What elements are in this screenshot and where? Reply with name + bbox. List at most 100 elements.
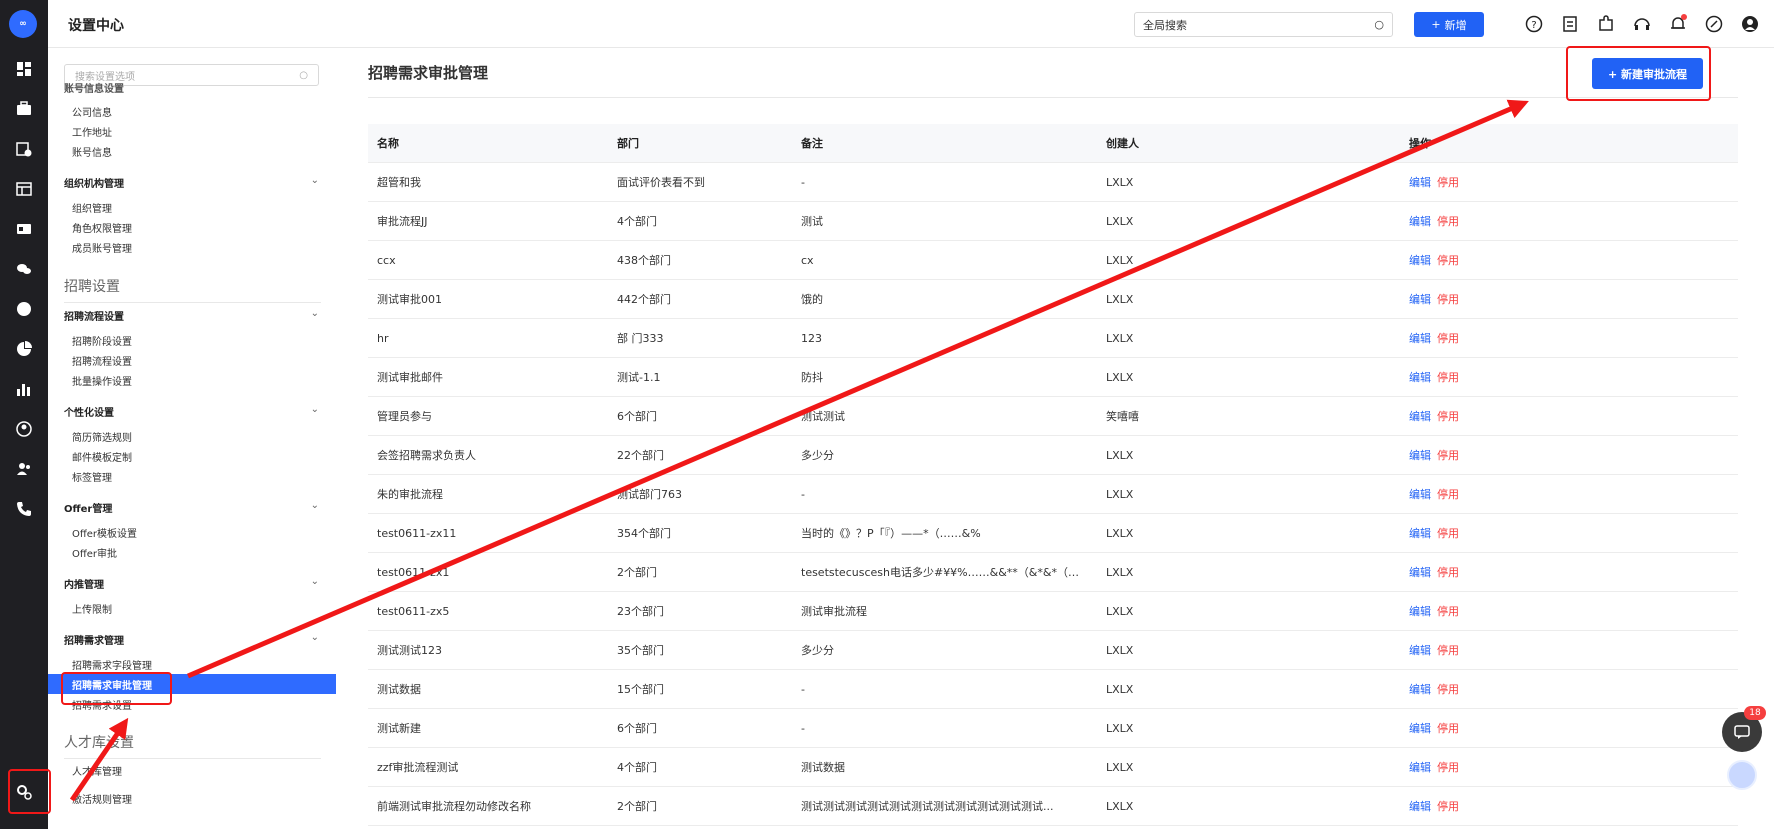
headset-icon[interactable] xyxy=(1632,14,1652,34)
edit-link[interactable]: 编辑 xyxy=(1409,761,1431,774)
row-note: 测试 xyxy=(801,215,823,228)
disable-link[interactable]: 停用 xyxy=(1437,605,1459,618)
row-creator: LXLX xyxy=(1106,799,1134,813)
sidebar-item-offer-template[interactable]: Offer模板设置 xyxy=(72,525,137,540)
add-new-button[interactable]: + 新增 xyxy=(1414,12,1484,37)
disable-link[interactable]: 停用 xyxy=(1437,566,1459,579)
id-card-icon[interactable] xyxy=(14,219,34,239)
row-note: 测试测试 xyxy=(801,410,845,423)
edit-link[interactable]: 编辑 xyxy=(1409,605,1431,618)
sidebar-item-tag-manage[interactable]: 标签管理 xyxy=(72,469,112,484)
settings-sidebar: 搜索设置选项 ○ 账号信息设置 公司信息 工作地址 账号信息 组织机构管理 ⌄ 组… xyxy=(48,48,336,829)
link-icon[interactable] xyxy=(1704,14,1724,34)
column-header-actions: 操作 xyxy=(1409,137,1431,150)
dashboard-icon[interactable] xyxy=(14,59,34,79)
sidebar-item-resume-filter[interactable]: 简历筛选规则 xyxy=(72,429,132,444)
edit-link[interactable]: 编辑 xyxy=(1409,488,1431,501)
disable-link[interactable]: 停用 xyxy=(1437,761,1459,774)
sidebar-item-field-manage[interactable]: 招聘需求字段管理 xyxy=(72,657,152,672)
team-icon[interactable] xyxy=(14,459,34,479)
thumb-up-icon[interactable] xyxy=(14,299,34,319)
sidebar-item-offer-approve[interactable]: Offer审批 xyxy=(72,545,117,560)
edit-link[interactable]: 编辑 xyxy=(1409,449,1431,462)
sidebar-group-offer-label: Offer管理 xyxy=(64,504,113,515)
page-title: 设置中心 xyxy=(68,18,124,34)
edit-link[interactable]: 编辑 xyxy=(1409,293,1431,306)
calendar-clock-icon[interactable] xyxy=(14,139,34,159)
row-actions: 编辑 停用 xyxy=(1400,252,1738,268)
sidebar-group-referral[interactable]: 内推管理 ⌄ xyxy=(64,576,319,591)
disable-link[interactable]: 停用 xyxy=(1437,488,1459,501)
disable-link[interactable]: 停用 xyxy=(1437,722,1459,735)
edit-link[interactable]: 编辑 xyxy=(1409,800,1431,813)
table-icon[interactable] xyxy=(14,179,34,199)
sidebar-item-flow-setting[interactable]: 招聘流程设置 xyxy=(72,353,132,368)
disable-link[interactable]: 停用 xyxy=(1437,644,1459,657)
edit-link[interactable]: 编辑 xyxy=(1409,644,1431,657)
wechat-icon[interactable] xyxy=(14,259,34,279)
sidebar-group-flow[interactable]: 招聘流程设置 ⌄ xyxy=(64,308,319,323)
sidebar-item-talent-manage[interactable]: 人才库管理 xyxy=(72,763,122,778)
edit-link[interactable]: 编辑 xyxy=(1409,371,1431,384)
global-search-input[interactable]: 全局搜索 ○ xyxy=(1134,12,1393,37)
edit-link[interactable]: 编辑 xyxy=(1409,215,1431,228)
sidebar-item-mail-template[interactable]: 邮件模板定制 xyxy=(72,449,132,464)
table-row: 朱的审批流程 测试部门763 - LXLX 编辑 停用 xyxy=(368,475,1738,514)
row-dept: 22个部门 xyxy=(617,449,664,462)
edit-link[interactable]: 编辑 xyxy=(1409,410,1431,423)
edit-link[interactable]: 编辑 xyxy=(1409,722,1431,735)
plugin-icon[interactable] xyxy=(1596,14,1616,34)
bell-icon[interactable] xyxy=(1668,14,1688,34)
sidebar-item-stage-setting[interactable]: 招聘阶段设置 xyxy=(72,333,132,348)
phone-icon[interactable] xyxy=(14,499,34,519)
disable-link[interactable]: 停用 xyxy=(1437,215,1459,228)
logo-icon[interactable]: ∞ xyxy=(9,10,37,38)
assistant-robot-icon[interactable] xyxy=(1727,760,1757,790)
disable-link[interactable]: 停用 xyxy=(1437,176,1459,189)
user-circle-icon[interactable] xyxy=(14,419,34,439)
edit-link[interactable]: 编辑 xyxy=(1409,176,1431,189)
sidebar-item-upload-limit[interactable]: 上传限制 xyxy=(72,601,112,616)
sidebar-group-offer[interactable]: Offer管理 ⌄ xyxy=(64,500,319,515)
row-name: 审批流程JJ xyxy=(377,215,428,228)
disable-link[interactable]: 停用 xyxy=(1437,371,1459,384)
disable-link[interactable]: 停用 xyxy=(1437,683,1459,696)
chat-badge: 18 xyxy=(1744,706,1766,720)
sidebar-item-role-perm[interactable]: 角色权限管理 xyxy=(72,220,132,235)
search-icon: ○ xyxy=(299,69,308,81)
disable-link[interactable]: 停用 xyxy=(1437,293,1459,306)
sidebar-item-org-manage[interactable]: 组织管理 xyxy=(72,200,112,215)
row-creator: 笑嘻嘻 xyxy=(1106,410,1139,423)
sidebar-item-company-info[interactable]: 公司信息 xyxy=(72,104,112,119)
help-icon[interactable]: ? xyxy=(1524,14,1544,34)
disable-link[interactable]: 停用 xyxy=(1437,332,1459,345)
row-note: 防抖 xyxy=(801,371,823,384)
edit-link[interactable]: 编辑 xyxy=(1409,332,1431,345)
edit-link[interactable]: 编辑 xyxy=(1409,566,1431,579)
sidebar-group-org[interactable]: 组织机构管理 ⌄ xyxy=(64,175,319,190)
row-dept: 2个部门 xyxy=(617,800,657,813)
disable-link[interactable]: 停用 xyxy=(1437,527,1459,540)
disable-link[interactable]: 停用 xyxy=(1437,410,1459,423)
disable-link[interactable]: 停用 xyxy=(1437,449,1459,462)
pie-chart-icon[interactable] xyxy=(14,339,34,359)
sidebar-group-demand[interactable]: 招聘需求管理 ⌄ xyxy=(64,632,319,647)
disable-link[interactable]: 停用 xyxy=(1437,254,1459,267)
bar-chart-icon[interactable] xyxy=(14,379,34,399)
sidebar-group-personal[interactable]: 个性化设置 ⌄ xyxy=(64,404,319,419)
sidebar-item-account-info[interactable]: 账号信息 xyxy=(72,144,112,159)
edit-link[interactable]: 编辑 xyxy=(1409,254,1431,267)
sidebar-item-batch-setting[interactable]: 批量操作设置 xyxy=(72,373,132,388)
sidebar-item-activate-rule[interactable]: 激活规则管理 xyxy=(72,791,132,806)
global-search-placeholder: 全局搜索 xyxy=(1143,18,1187,32)
edit-link[interactable]: 编辑 xyxy=(1409,527,1431,540)
disable-link[interactable]: 停用 xyxy=(1437,800,1459,813)
sidebar-item-work-address[interactable]: 工作地址 xyxy=(72,124,112,139)
sidebar-item-member-account[interactable]: 成员账号管理 xyxy=(72,240,132,255)
document-icon[interactable] xyxy=(1560,14,1580,34)
edit-link[interactable]: 编辑 xyxy=(1409,683,1431,696)
chevron-down-icon: ⌄ xyxy=(310,175,319,186)
table-row: 前端测试审批流程勿动修改名称 2个部门 测试测试测试测试测试测试测试测试测试测试测试… xyxy=(368,787,1738,826)
briefcase-icon[interactable] xyxy=(14,99,34,119)
avatar-icon[interactable] xyxy=(1740,14,1760,34)
